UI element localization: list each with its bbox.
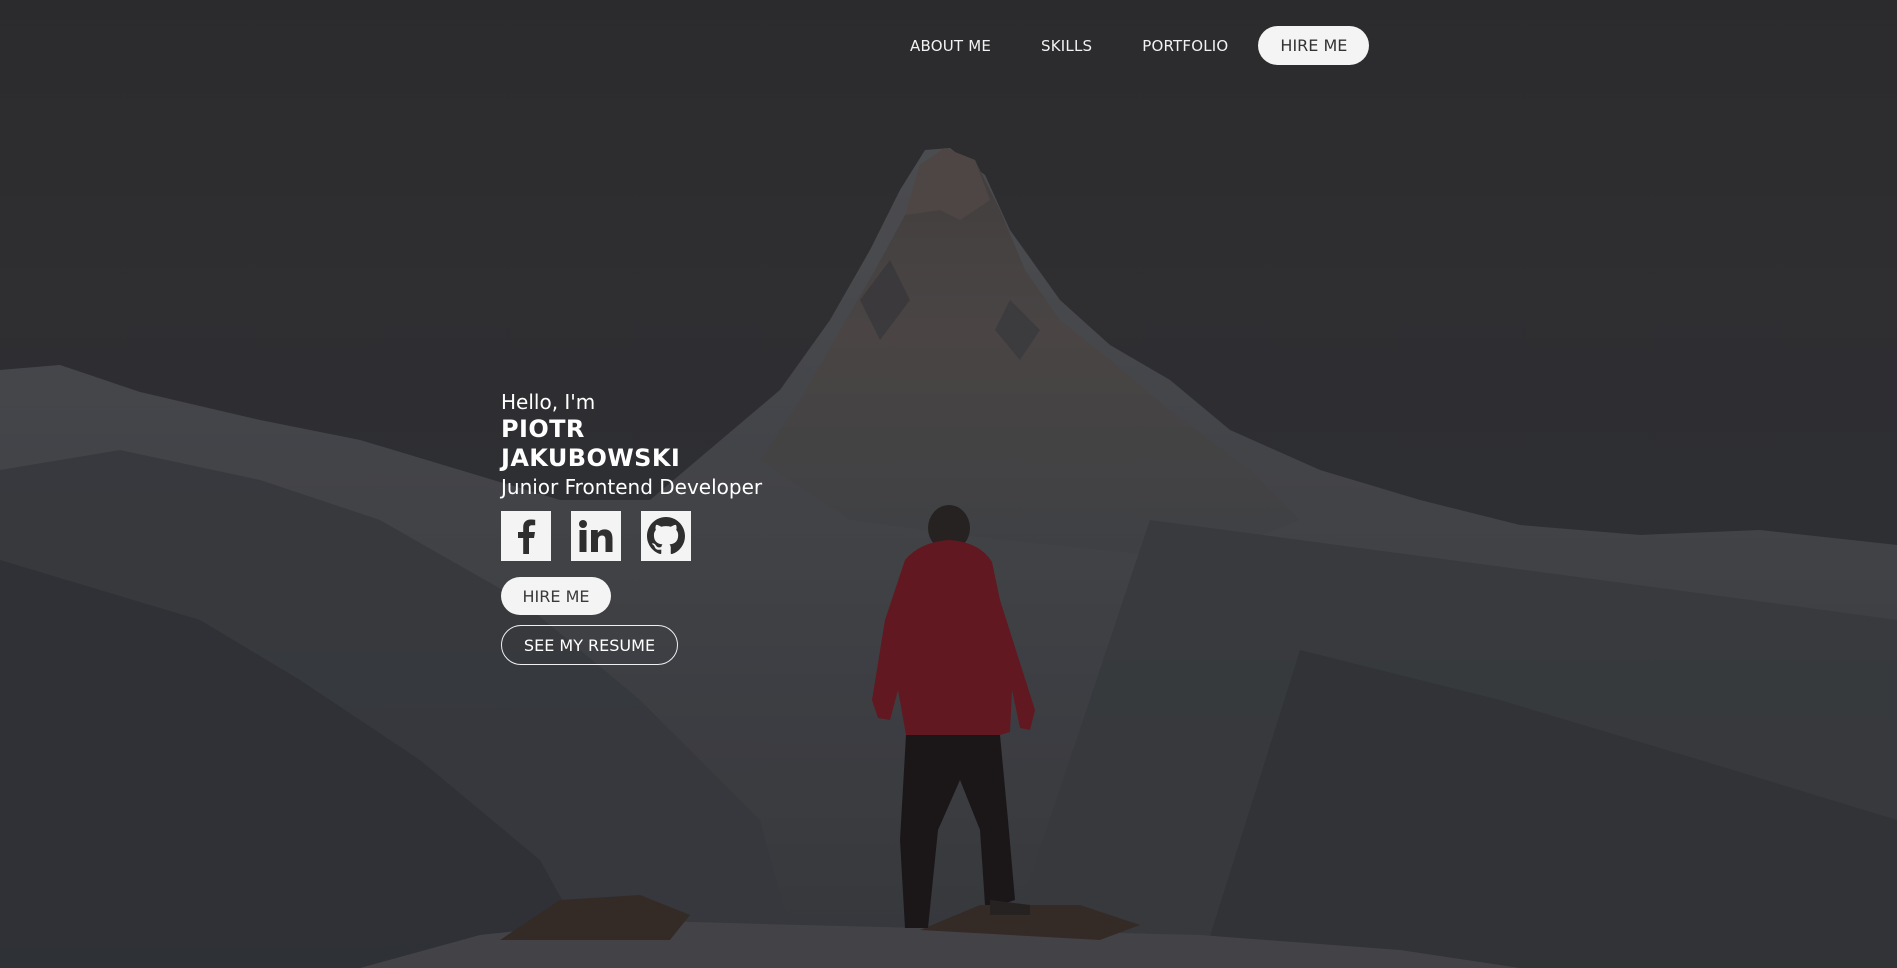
social-links [501, 511, 711, 561]
last-name: JAKUBOWSKI [501, 444, 681, 472]
facebook-link[interactable] [501, 511, 551, 561]
first-name: PIOTR [501, 415, 585, 443]
see-resume-button[interactable]: SEE MY RESUME [501, 625, 678, 665]
hero-section: ABOUT ME SKILLS PORTFOLIO HIRE ME Hello,… [0, 0, 1897, 968]
github-icon [647, 517, 685, 555]
greeting-text: Hello, I'm [501, 390, 596, 414]
dark-overlay [0, 0, 1897, 968]
nav-hire-button[interactable]: HIRE ME [1258, 26, 1370, 65]
facebook-icon [518, 519, 536, 554]
linkedin-link[interactable] [571, 511, 621, 561]
nav-link-about[interactable]: ABOUT ME [910, 37, 991, 55]
nav-link-portfolio[interactable]: PORTFOLIO [1142, 37, 1228, 55]
linkedin-icon [579, 520, 613, 552]
nav-link-skills[interactable]: SKILLS [1041, 37, 1092, 55]
hero-hire-button[interactable]: HIRE ME [501, 577, 611, 615]
intro-block: Hello, I'm PIOTR JAKUBOWSKI Junior Front… [501, 389, 762, 500]
job-title: Junior Frontend Developer [501, 475, 763, 499]
main-nav: ABOUT ME SKILLS PORTFOLIO HIRE ME [910, 26, 1370, 65]
github-link[interactable] [641, 511, 691, 561]
